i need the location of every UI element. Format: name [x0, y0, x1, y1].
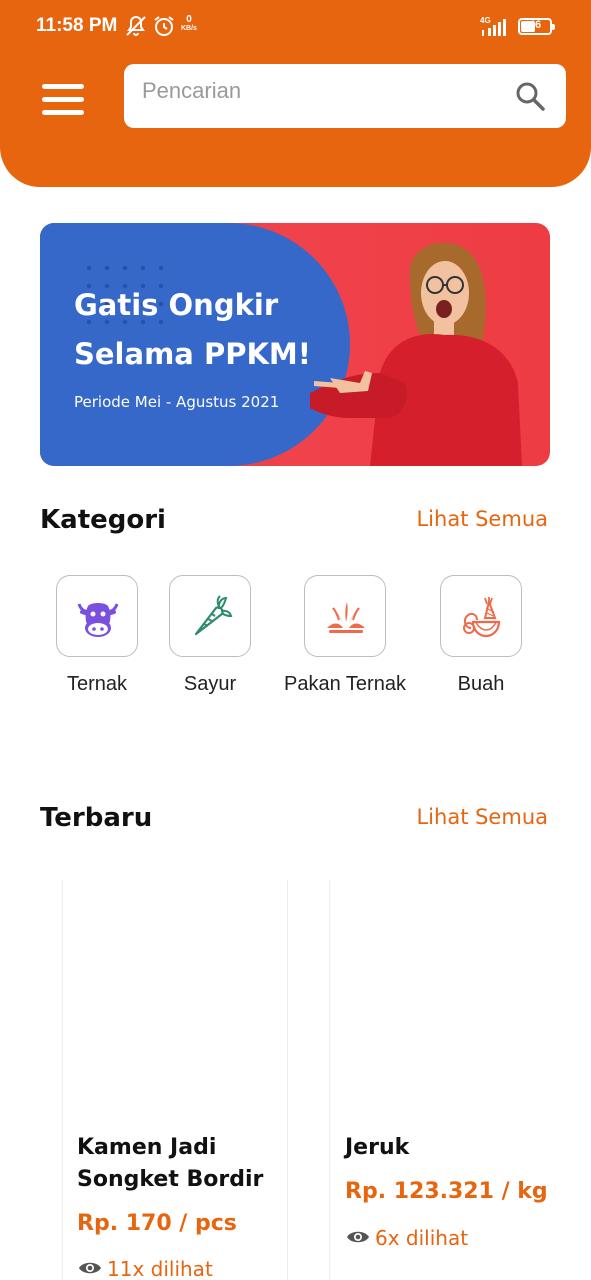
categories-title: Kategori — [40, 505, 166, 535]
category-buah[interactable] — [440, 575, 522, 657]
fruit-basket-icon — [463, 597, 501, 638]
category-pakan-ternak[interactable] — [304, 575, 386, 657]
app-header: 11:58 PM 0 KB/s 4G 46 Pencarian — [0, 0, 591, 187]
search-icon[interactable] — [514, 80, 546, 112]
category-label: Sayur — [183, 673, 237, 695]
battery-level: 46 — [528, 19, 542, 31]
product-views: 11x dilihat — [107, 1257, 213, 1280]
notifications-off-icon — [126, 15, 146, 36]
product-price: Rp. 123.321 / kg — [345, 1179, 548, 1204]
woman-pointing-illustration — [310, 242, 522, 466]
network-speed-value: 0 — [186, 14, 192, 25]
category-ternak[interactable] — [56, 575, 138, 657]
search-input[interactable]: Pencarian — [124, 64, 566, 128]
network-speed-unit: KB/s — [181, 25, 197, 32]
category-label: Ternak — [66, 673, 128, 695]
menu-icon-line — [42, 97, 84, 102]
banner-subtitle: Periode Mei - Agustus 2021 — [74, 393, 280, 411]
status-time: 11:58 PM — [36, 15, 118, 36]
promo-banner[interactable]: Gatis Ongkir Selama PPKM! Periode Mei - … — [40, 223, 550, 466]
status-bar: 11:58 PM 0 KB/s 4G 46 — [0, 0, 591, 56]
eye-icon — [347, 1231, 369, 1243]
battery-indicator: 46 — [518, 18, 555, 35]
banner-title: Gatis Ongkir Selama PPKM! — [74, 288, 312, 371]
eye-icon — [79, 1262, 101, 1274]
signal-bars-icon — [482, 19, 506, 36]
product-name: Kamen Jadi Songket Bordir — [77, 1135, 264, 1192]
search-placeholder: Pencarian — [142, 78, 242, 103]
menu-icon-line — [42, 110, 84, 115]
menu-icon-line — [42, 84, 84, 89]
latest-title: Terbaru — [40, 803, 153, 833]
product-price: Rp. 170 / pcs — [77, 1211, 237, 1236]
category-sayur[interactable] — [169, 575, 251, 657]
category-label: Buah — [457, 673, 505, 695]
network-speed: 0 KB/s — [181, 15, 197, 33]
menu-button[interactable] — [42, 84, 84, 116]
grass-icon — [327, 602, 365, 633]
latest-see-all-link[interactable]: Lihat Semua — [416, 805, 548, 829]
product-card[interactable]: Jeruk Rp. 123.321 / kg 6x dilihat — [329, 880, 591, 1280]
alarm-icon — [154, 16, 174, 36]
carrot-icon — [194, 595, 233, 636]
product-views: 6x dilihat — [375, 1226, 469, 1250]
category-label: Pakan Ternak — [284, 673, 406, 695]
product-card[interactable]: Kamen Jadi Songket Bordir Rp. 170 / pcs … — [62, 880, 288, 1280]
product-name: Jeruk — [345, 1135, 410, 1160]
cow-icon — [77, 603, 119, 637]
categories-see-all-link[interactable]: Lihat Semua — [416, 507, 548, 531]
